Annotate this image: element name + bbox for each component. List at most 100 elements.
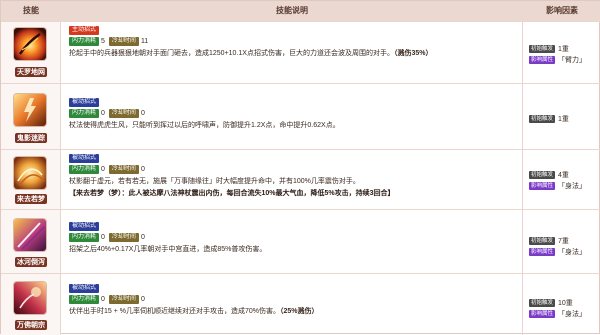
factor-cell: 初始触发 10重 影响属性 「身法」 (523, 274, 600, 335)
table-row: 鬼影迷踪 被动招式 内力消耗 0 冷却时间 0 杖法使得虎虎生风，只能听到挥过以后的呼… (1, 83, 600, 149)
skill-cell: 万佛朝宗 (1, 274, 61, 335)
skill-costs: 内力消耗 0 冷却时间 0 (69, 295, 149, 304)
factor-line-a: 初始触发 1重 (529, 44, 569, 54)
skill-name: 天罗地网 (15, 67, 47, 77)
description-text: 伏伴出手时15 + %几率伺机顺近继续对还对手攻击，造成70%伤害。 (69, 308, 280, 315)
skill-type: 被动招式 (69, 284, 100, 293)
description-cell: 被动招式 内力消耗 0 冷却时间 0 杖法使得虎虎生风，只能听到挥过以后的呼啸声，防御… (61, 84, 523, 149)
description-text: 杖法使得虎虎生风，只能听到挥过以后的呼啸声，防御提升1.2X点，命中提升0.62… (69, 122, 340, 129)
skill-description: 抡起手中的兵器狠狠地朝对手面门砸去，造成1250+10.1X点招式伤害，巨大的力… (69, 48, 519, 59)
internal-cost-tag: 内力消耗 (69, 109, 100, 118)
factor-value-attribute: 「身法」 (558, 311, 587, 318)
description-text: 招架之后40%+0.17X几率朝对手中宫直进，造成85%普攻伤害。 (69, 246, 267, 253)
factor-line-b: 影响属性 「身法」 (529, 181, 586, 191)
internal-cost-value: 0 (101, 296, 105, 303)
skill-type-tag: 被动招式 (69, 222, 100, 231)
internal-cost-value: 0 (101, 166, 105, 173)
skills-table: 技能 技能说明 影响因素 天罗地网 主动招式 内力消耗 5 冷却时间 11 抡起… (0, 0, 600, 335)
factor-line-b: 影响属性 「身法」 (529, 247, 586, 257)
cooldown-value: 0 (140, 234, 145, 241)
header-skill: 技能 (23, 6, 39, 15)
description-cell: 被动招式 内力消耗 0 冷却时间 0 招架之后40%+0.17X几率朝对手中宫直进，造… (61, 210, 523, 273)
factor-tag-trigger: 初始触发 (529, 171, 556, 179)
skill-type: 被动招式 (69, 222, 100, 231)
internal-cost-value: 5 (101, 38, 105, 45)
cooldown-value: 0 (140, 110, 145, 117)
description-text: 杖影翻于虚元，若有若无，施展「万事随缘往」时大幅度提升命中，并有100%几率震伤… (69, 178, 360, 185)
factor-value-attribute: 「臂力」 (558, 57, 587, 64)
factor-tag-attribute: 影响属性 (529, 182, 556, 190)
factor-tag-trigger: 初始触发 (529, 115, 556, 123)
factor-cell: 初始触发 7重 影响属性 「身法」 (523, 210, 600, 273)
cooldown-value: 0 (140, 166, 145, 173)
table-row: 来去若梦 被动招式 内力消耗 0 冷却时间 0 杖影翻于虚元，若有若无，施展「万事随缘… (1, 149, 600, 209)
cooldown-tag: 冷却时间 (108, 233, 139, 242)
factor-cell: 初始触发 1重 影响属性 「臂力」 (523, 22, 600, 83)
skill-name: 来去若梦 (15, 194, 47, 204)
description-cell: 主动招式 内力消耗 5 冷却时间 11 抡起手中的兵器狠狠地朝对手面门砸去，造成125… (61, 22, 523, 83)
skill-name: 冰河倒泻 (15, 257, 47, 267)
internal-cost-value: 0 (101, 234, 105, 241)
skill-costs: 内力消耗 0 冷却时间 0 (69, 165, 149, 174)
factor-value-attribute: 「身法」 (558, 249, 587, 256)
skill-type: 主动招式 (69, 26, 100, 35)
skill-description: 杖影翻于虚元，若有若无，施展「万事随缘往」时大幅度提升命中，并有100%几率震伤… (69, 176, 519, 187)
skill-icon-fire-staff (14, 28, 46, 60)
table-header: 技能 技能说明 影响因素 (1, 1, 600, 21)
cooldown-tag: 冷却时间 (108, 165, 139, 174)
factor-line-a: 初始触发 10重 (529, 298, 573, 308)
factor-value-trigger: 1重 (558, 116, 569, 123)
skill-description: 杖法使得虎虎生风，只能听到挥过以后的呼啸声，防御提升1.2X点，命中提升0.62… (69, 120, 519, 131)
skill-icon-purple-slash (14, 219, 46, 251)
skill-bonus-note: 【来去若梦（梦）：此人被达摩八法神杖震出内伤，每回合流失10%最大气血，降低5%… (69, 190, 395, 197)
skill-costs: 内力消耗 0 冷却时间 0 (69, 109, 149, 118)
factor-cell: 初始触发 4重 影响属性 「身法」 (523, 150, 600, 209)
skill-cell: 来去若梦 (1, 150, 61, 209)
skill-icon-crimson-strike (14, 282, 46, 314)
factor-tag-attribute: 影响属性 (529, 56, 556, 64)
cooldown-value: 0 (140, 296, 145, 303)
table-row: 万佛朝宗 被动招式 内力消耗 0 冷却时间 0 伏伴出手时15 + %几率伺机顺近继续… (1, 273, 600, 335)
factor-line-b: 影响属性 「臂力」 (529, 55, 586, 65)
skill-costs: 内力消耗 0 冷却时间 0 (69, 233, 149, 242)
factor-tag-attribute: 影响属性 (529, 248, 556, 256)
factor-value-attribute: 「身法」 (558, 183, 587, 190)
skill-type-tag: 被动招式 (69, 284, 100, 293)
description-highlight: （25%溅伤） (280, 308, 319, 315)
skill-type: 被动招式 (69, 154, 100, 163)
skill-type-tag: 被动招式 (69, 154, 100, 163)
internal-cost-tag: 内力消耗 (69, 233, 100, 242)
factor-value-trigger: 4重 (558, 172, 569, 179)
skill-description: 伏伴出手时15 + %几率伺机顺近继续对还对手攻击，造成70%伤害。（25%溅伤… (69, 306, 519, 317)
factor-cell: 初始触发 1重 (523, 84, 600, 149)
factor-line-b: 影响属性 「身法」 (529, 309, 586, 319)
internal-cost-value: 0 (101, 110, 105, 117)
skill-costs: 内力消耗 5 冷却时间 11 (69, 37, 152, 46)
header-description: 技能说明 (276, 6, 308, 15)
skill-icon-golden-swirl (14, 157, 46, 189)
skill-type-tag: 主动招式 (69, 26, 100, 35)
description-highlight: （溅伤35%） (393, 50, 433, 57)
internal-cost-tag: 内力消耗 (69, 165, 100, 174)
internal-cost-tag: 内力消耗 (69, 295, 100, 304)
factor-tag-trigger: 初始触发 (529, 299, 556, 307)
header-factors: 影响因素 (546, 6, 578, 15)
skill-description: 招架之后40%+0.17X几率朝对手中宫直进，造成85%普攻伤害。 (69, 244, 519, 255)
factor-value-trigger: 10重 (558, 300, 573, 307)
factor-value-trigger: 1重 (558, 46, 569, 53)
cooldown-tag: 冷却时间 (108, 295, 139, 304)
factor-line-a: 初始触发 1重 (529, 114, 569, 124)
cooldown-value: 11 (140, 38, 149, 45)
skill-cell: 鬼影迷踪 (1, 84, 61, 149)
description-text: 抡起手中的兵器狠狠地朝对手面门砸去，造成1250+10.1X点招式伤害，巨大的力… (69, 50, 394, 57)
skill-type-tag: 被动招式 (69, 98, 100, 107)
cooldown-tag: 冷却时间 (108, 37, 139, 46)
skill-name: 鬼影迷踪 (15, 133, 47, 143)
internal-cost-tag: 内力消耗 (69, 37, 100, 46)
skill-name: 万佛朝宗 (15, 320, 47, 330)
table-row: 冰河倒泻 被动招式 内力消耗 0 冷却时间 0 招架之后40%+0.17X几率朝对手中… (1, 209, 600, 273)
skill-icon-lightning-slash (14, 94, 46, 126)
factor-value-trigger: 7重 (558, 238, 569, 245)
skill-type: 被动招式 (69, 98, 100, 107)
table-row: 天罗地网 主动招式 内力消耗 5 冷却时间 11 抡起手中的兵器狠狠地朝对手面门砸去，… (1, 21, 600, 83)
